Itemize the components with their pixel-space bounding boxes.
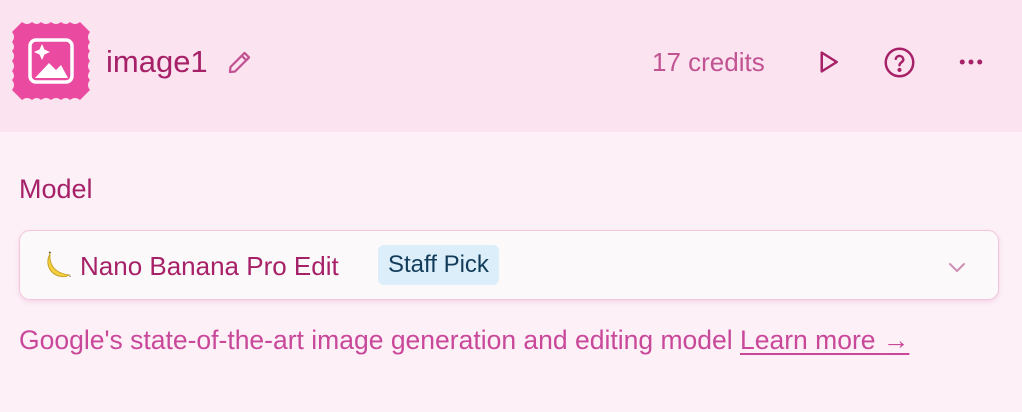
selected-model-name: Nano Banana Pro Edit bbox=[80, 251, 339, 281]
more-menu-button[interactable] bbox=[953, 44, 989, 80]
model-description: Google's state-of-the-art image generati… bbox=[19, 318, 1004, 362]
staff-pick-badge: Staff Pick bbox=[378, 245, 499, 285]
run-button[interactable] bbox=[810, 44, 846, 80]
description-text: Google's state-of-the-art image generati… bbox=[19, 325, 733, 355]
model-label: Model bbox=[19, 174, 93, 204]
credits-cost: 17 credits bbox=[652, 47, 765, 77]
play-icon bbox=[820, 51, 838, 73]
chevron-down-icon bbox=[949, 263, 965, 272]
node-header: image1 17 credits bbox=[0, 0, 1022, 132]
model-select[interactable]: Nano Banana Pro Edit Staff Pick bbox=[19, 230, 999, 300]
arrow-right-icon: → bbox=[882, 325, 910, 355]
help-button[interactable] bbox=[881, 44, 917, 80]
learn-more-text: Learn more bbox=[740, 325, 876, 355]
node-title[interactable]: image1 bbox=[106, 42, 208, 82]
more-horizontal-icon bbox=[959, 59, 983, 65]
image-sparkle-icon bbox=[12, 22, 90, 100]
banana-icon bbox=[47, 251, 71, 278]
pencil-icon[interactable] bbox=[226, 49, 253, 76]
help-circle-icon bbox=[884, 47, 914, 77]
learn-more-link[interactable]: Learn more → bbox=[740, 325, 909, 355]
